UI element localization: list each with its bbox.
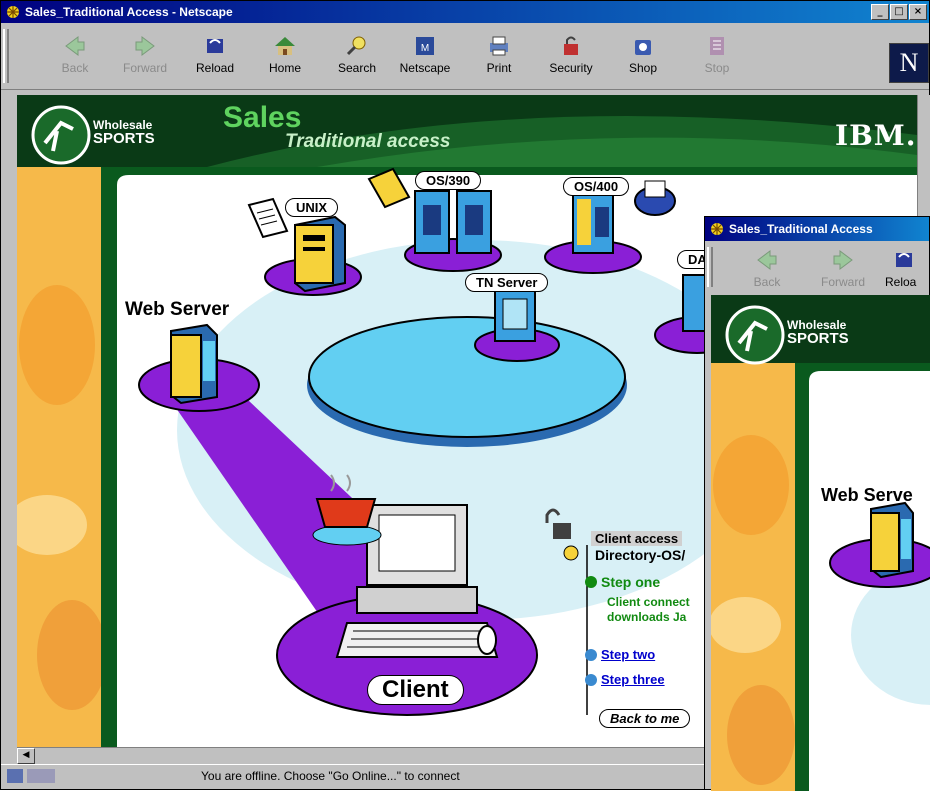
web-server-icon [170, 323, 218, 405]
netscape-label: Netscape [399, 61, 451, 75]
client-access-title: Client access [591, 531, 683, 546]
second-window-title: Sales_Traditional Access [729, 222, 873, 236]
back-label: Back [61, 61, 89, 75]
security-status-icon[interactable] [7, 769, 23, 783]
reload-icon [896, 253, 912, 267]
svg-text:M: M [421, 43, 429, 54]
os390-label: OS/390 [415, 171, 482, 190]
second-logo[interactable]: Wholesale SPORTS [787, 319, 849, 347]
second-page-viewport: Wholesale SPORTS Web Serve [711, 295, 930, 791]
netscape-icon: M [416, 37, 434, 55]
unix-label: UNIX [285, 198, 339, 217]
second-toolbar: Back Forward Reloa [705, 241, 929, 293]
client-label: Client [367, 675, 464, 705]
second-logo-line-2: SPORTS [787, 330, 849, 347]
search-label: Search [337, 61, 377, 75]
tn-server-label: TN Server [465, 273, 549, 292]
netscape-window-icon [7, 6, 19, 18]
wholesale-sports-logo[interactable]: Wholesale SPORTS [93, 119, 155, 147]
print-icon [490, 36, 508, 56]
step-two-link[interactable]: Step two [601, 647, 655, 662]
page-heading: Sales [223, 101, 302, 134]
reload-icon [207, 39, 223, 53]
unix-server-icon [294, 215, 346, 293]
second-web-server-label: Web Serve [821, 485, 913, 505]
reload-button[interactable]: Reload [185, 33, 245, 75]
main-window-title: Sales_Traditional Access - Netscape [25, 5, 233, 19]
search-icon [346, 36, 366, 56]
status-icons [7, 769, 55, 783]
minimize-button[interactable]: _ [871, 4, 889, 20]
reload-label: Reload [195, 61, 235, 75]
toolbar-grip[interactable] [3, 29, 9, 83]
stop-icon [710, 37, 724, 55]
directory-label: Directory-OS/ [595, 547, 686, 563]
step-one-text-1: Client connect [607, 595, 690, 609]
security-label: Security [549, 61, 593, 75]
second-window-icon [711, 223, 723, 235]
second-reload-button[interactable]: Reloa [885, 247, 930, 289]
logo-line-2: SPORTS [93, 130, 155, 147]
netscape-throbber-logo[interactable]: N [889, 43, 929, 83]
back-icon [757, 250, 777, 270]
os400-label: OS/400 [563, 177, 630, 196]
second-page-artwork [711, 295, 930, 791]
connection-status-icon[interactable] [27, 769, 55, 783]
forward-icon [833, 250, 853, 270]
second-forward-button[interactable]: Forward [813, 247, 873, 289]
stop-button[interactable]: Stop [687, 33, 747, 75]
second-title-bar[interactable]: Sales_Traditional Access [705, 217, 929, 241]
step-three-link[interactable]: Step three [601, 672, 665, 687]
netscape-button[interactable]: M Netscape [395, 33, 455, 75]
shop-icon [635, 40, 651, 55]
ibm-logo: IBM. [835, 119, 917, 152]
step-one-text-2: downloads Ja [607, 610, 687, 624]
forward-label: Forward [122, 61, 167, 75]
shop-button[interactable]: Shop [613, 33, 673, 75]
forward-icon [135, 36, 155, 56]
print-button[interactable]: Print [469, 33, 529, 75]
os400-server-icon [572, 194, 614, 254]
page-subheading: Traditional access [285, 131, 451, 152]
second-back-label: Back [753, 275, 781, 289]
second-browser-window: Sales_Traditional Access Back Forward Re… [704, 216, 930, 791]
tn-server-icon [494, 288, 536, 342]
security-icon [564, 36, 578, 55]
second-toolbar-grip[interactable] [707, 247, 713, 287]
back-button[interactable]: Back [45, 33, 105, 75]
web-server-label: Web Server [125, 299, 230, 320]
back-to-menu-button[interactable]: Back to me [599, 709, 691, 728]
stop-label: Stop [704, 61, 730, 75]
forward-button[interactable]: Forward [115, 33, 175, 75]
step-one-label: Step one [601, 574, 661, 590]
shop-label: Shop [628, 61, 658, 75]
search-button[interactable]: Search [327, 33, 387, 75]
status-text: You are offline. Choose "Go Online..." t… [201, 769, 460, 783]
home-label: Home [268, 61, 301, 75]
print-label: Print [486, 61, 512, 75]
back-icon [65, 36, 85, 56]
home-icon [275, 37, 295, 55]
security-button[interactable]: Security [541, 33, 601, 75]
close-button[interactable]: × [909, 4, 927, 20]
maximize-button[interactable]: □ [890, 4, 908, 20]
home-button[interactable]: Home [255, 33, 315, 75]
main-title-bar[interactable]: Sales_Traditional Access - Netscape _ □ … [1, 1, 929, 23]
second-forward-label: Forward [820, 275, 865, 289]
second-back-button[interactable]: Back [737, 247, 797, 289]
scroll-left-arrow[interactable]: ◀ [17, 748, 35, 764]
main-toolbar: Back Forward Reload Home Search M Netsca… [1, 23, 929, 90]
second-reload-label: Reloa [885, 275, 917, 289]
